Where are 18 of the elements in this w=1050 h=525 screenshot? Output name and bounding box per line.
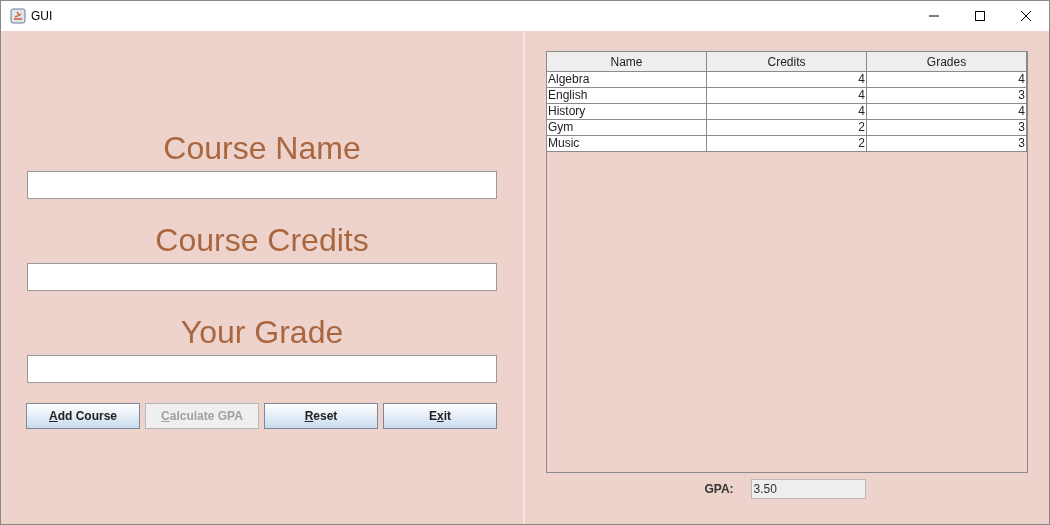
gpa-label: GPA:	[704, 481, 735, 498]
field-label: Course Name	[163, 129, 361, 168]
window-title: GUI	[31, 8, 53, 25]
app-icon	[10, 8, 26, 24]
gpa-field: 3.50	[750, 479, 866, 499]
input-field[interactable]	[27, 355, 497, 383]
table-cell: 2	[707, 136, 867, 152]
table-cell: 3	[867, 136, 1027, 152]
action-button[interactable]: Reset	[264, 403, 378, 429]
maximize-icon	[975, 11, 985, 21]
action-button[interactable]: Add Course	[26, 403, 140, 429]
action-button[interactable]: Exit	[383, 403, 497, 429]
field-label: Your Grade	[180, 313, 344, 352]
close-icon	[1021, 11, 1031, 21]
input-field[interactable]	[27, 171, 497, 199]
table-cell: Music	[547, 136, 707, 152]
field-label: Course Credits	[155, 221, 369, 260]
input-field[interactable]	[27, 263, 497, 291]
